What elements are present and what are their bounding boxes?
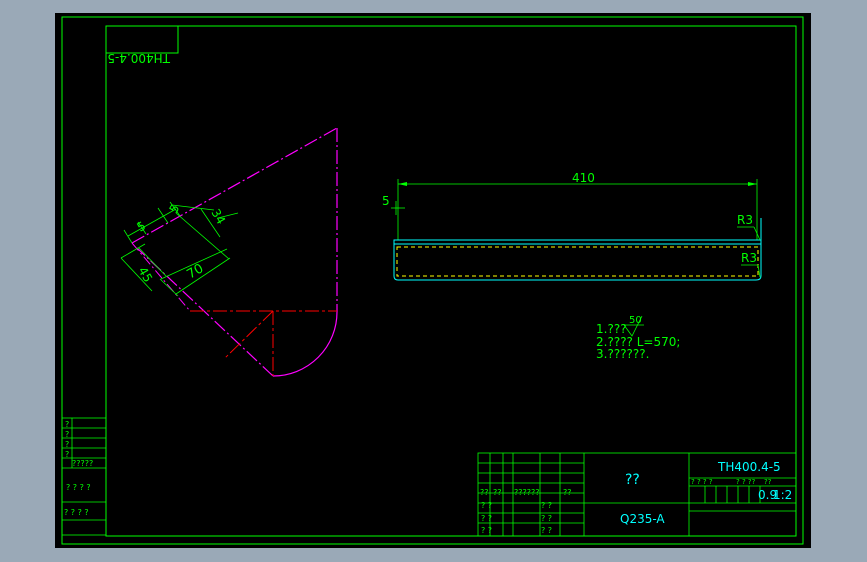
part-name: ?? (625, 472, 640, 488)
tb-cell-10: ? ? (541, 526, 552, 535)
note-line-3: 3.??????. (596, 347, 649, 361)
radius-bottom-label: R3 (741, 251, 757, 265)
drawing-number-mirrored: TH400.4-5 (107, 51, 171, 65)
left-strip-row-4: ? (65, 450, 69, 459)
left-strip-row-3: ? (65, 440, 69, 449)
dim-thickness-label: 5 (382, 194, 390, 208)
tb-cell-12: ? ? ?? (736, 478, 756, 486)
tb-cell-4: ?? (563, 488, 572, 497)
left-strip-row-5: ????? (72, 459, 93, 468)
tb-cell-1: ?? (480, 488, 489, 497)
left-strip-row-6: ? ? ? ? (66, 483, 91, 492)
material: Q235-A (620, 512, 665, 526)
tb-cell-7: ? ? (481, 526, 492, 535)
tb-cell-9: ? ? (541, 514, 552, 523)
radius-top-label: R3 (737, 213, 753, 227)
note-line-1: 1.??? (596, 322, 627, 336)
drawing-no: TH400.4-5 (717, 460, 781, 474)
scale: 1:2 (773, 488, 792, 502)
tb-cell-3: ?????? (514, 488, 539, 497)
tb-cell-8: ? ? (541, 501, 552, 510)
left-strip-row-7: ? ? ? ? (64, 508, 89, 517)
tb-cell-6: ? ? (481, 514, 492, 523)
tb-cell-2: ?? (493, 488, 502, 497)
left-strip-row-2: ? (65, 430, 69, 439)
tb-cell-5: ? ? (481, 501, 492, 510)
tb-cell-13: ?? (764, 478, 772, 486)
dim-length-label: 410 (572, 171, 595, 185)
tb-cell-11: ? ? ? ? (691, 478, 713, 486)
left-strip-row-1: ? (65, 420, 69, 429)
cad-viewport[interactable]: TH400.4-5 5 5 34 45 70 410 5 R3 R3 50 1.… (0, 0, 867, 562)
